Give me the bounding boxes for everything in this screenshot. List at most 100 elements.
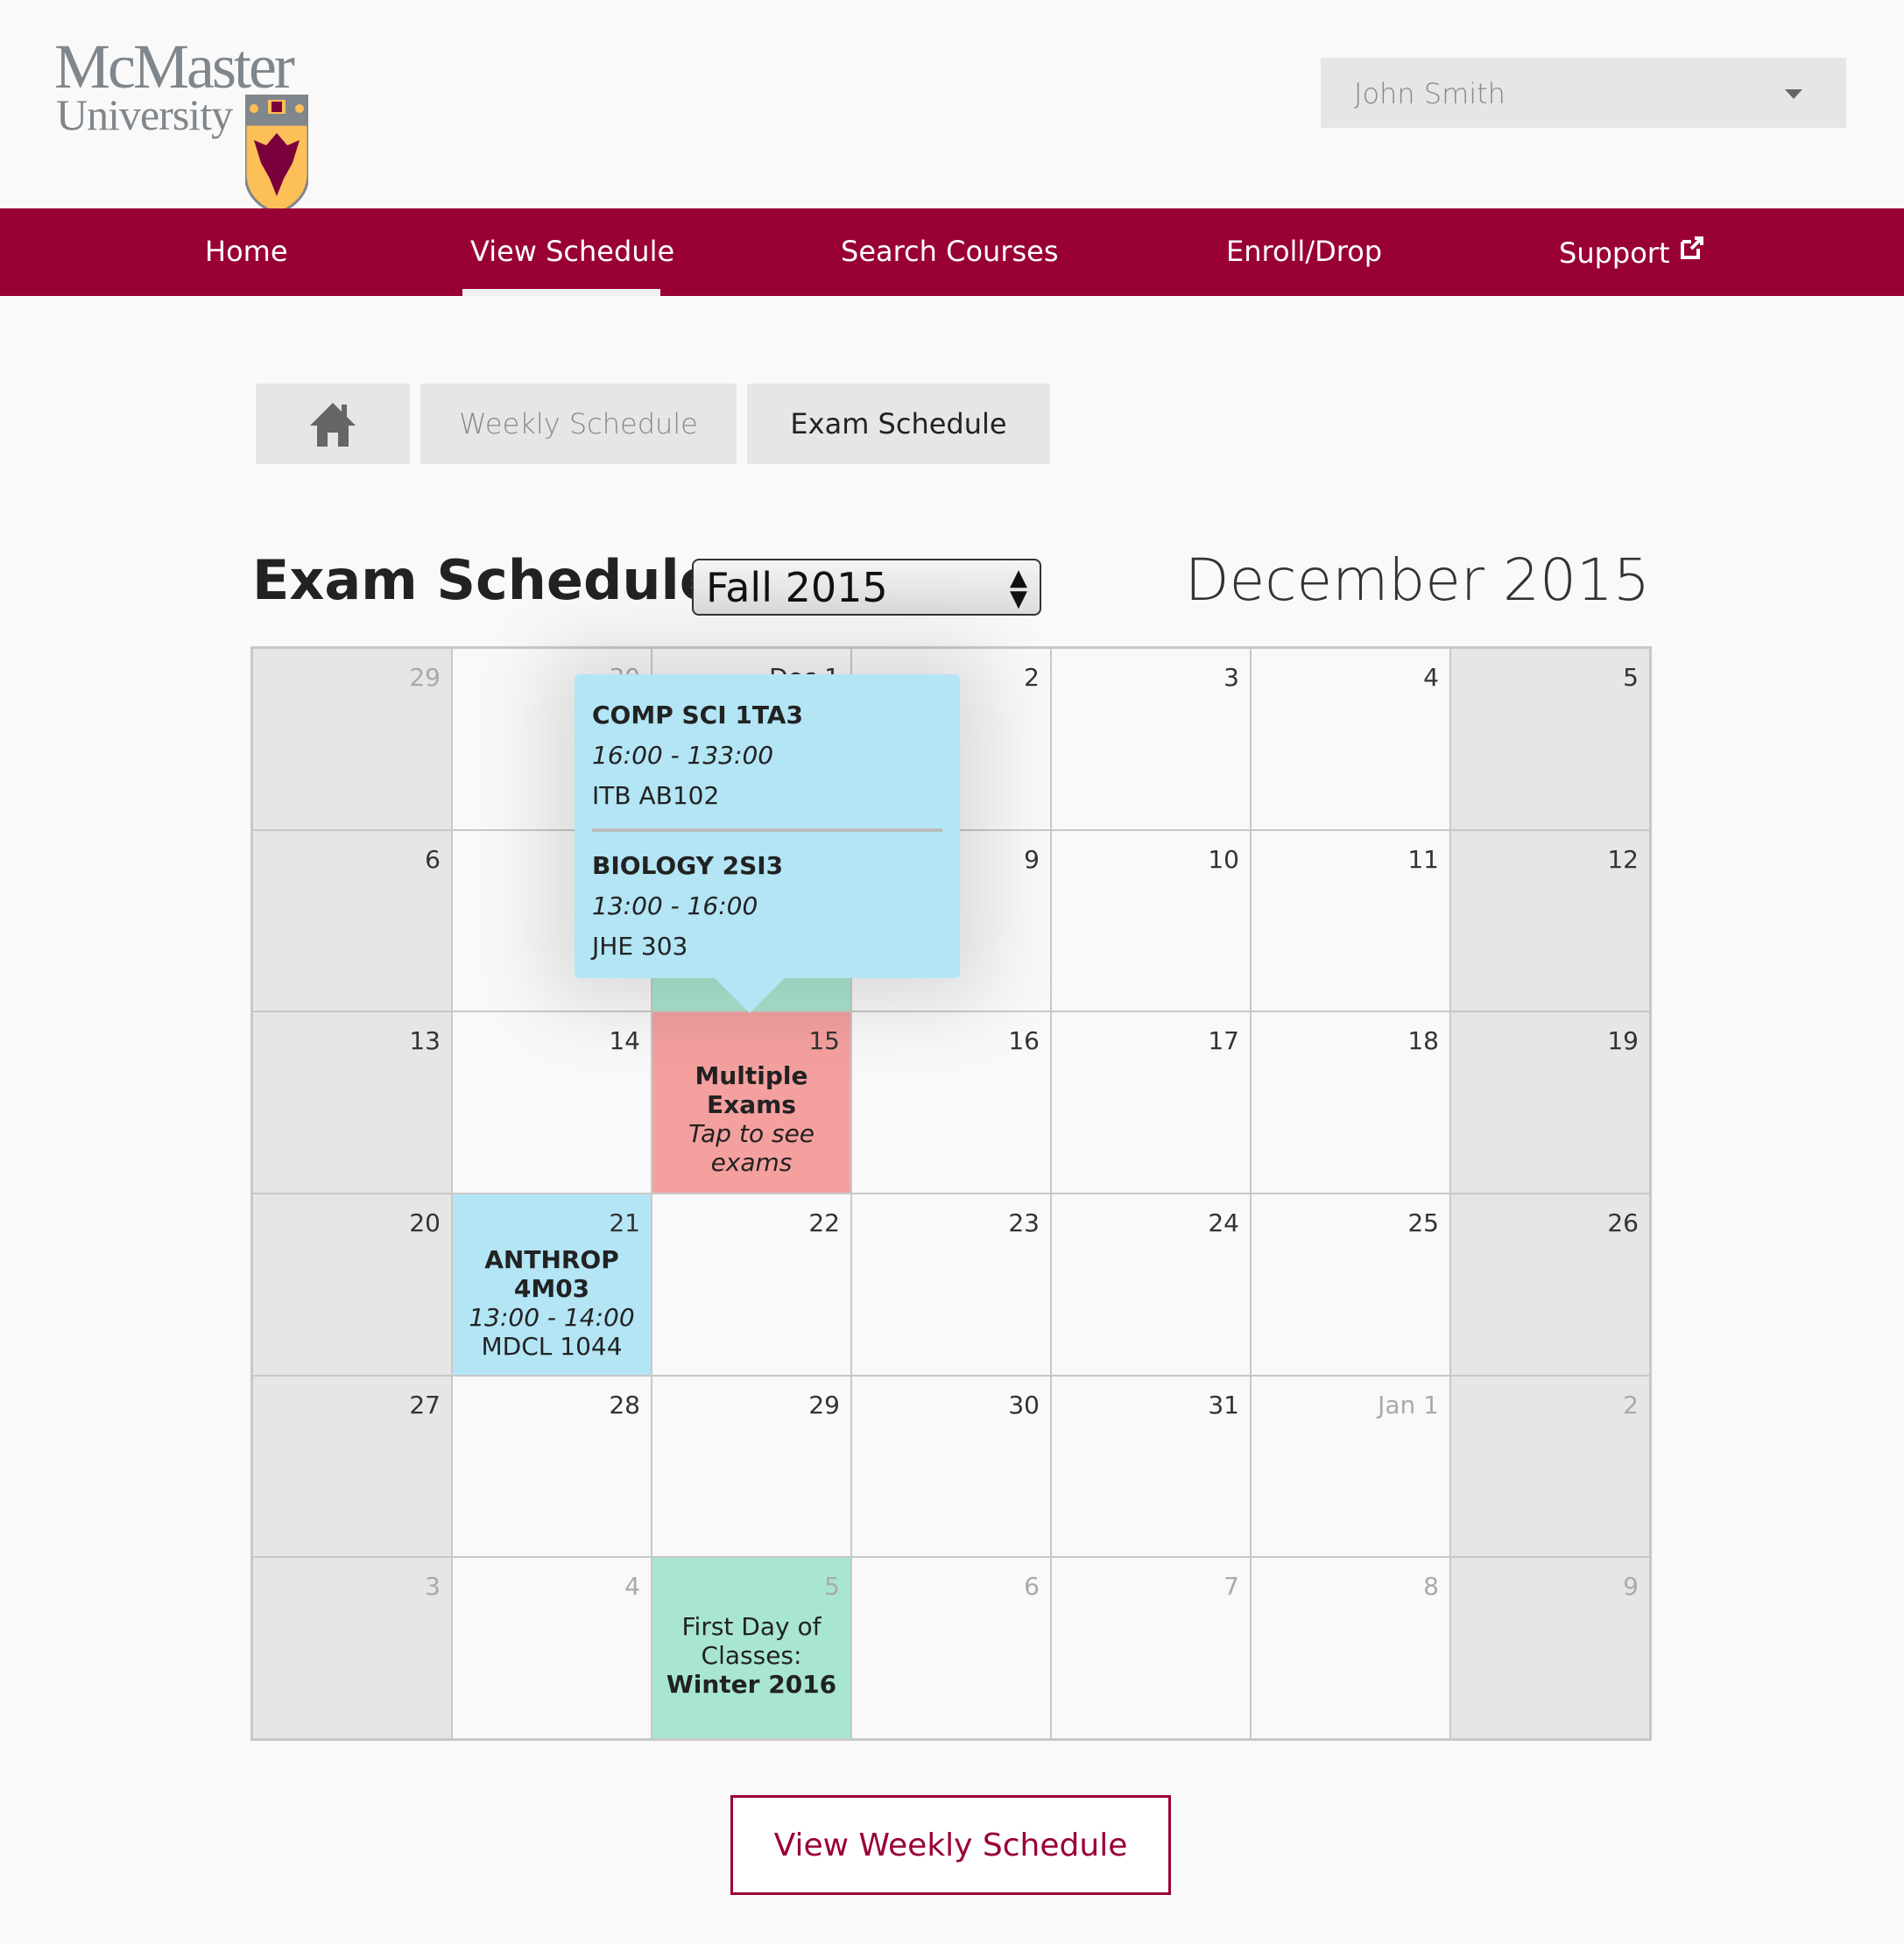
calendar-day: 28 <box>453 1376 651 1557</box>
calendar-day: 11 <box>1252 830 1449 1011</box>
calendar-day: 13 <box>253 1012 451 1193</box>
nav-search-courses[interactable]: Search Courses <box>841 235 1059 268</box>
calendar-day: 24 <box>1052 1194 1250 1375</box>
calendar-day: 22 <box>652 1194 850 1375</box>
calendar-day: Jan 1 <box>1252 1376 1449 1557</box>
active-tab-indicator <box>462 289 660 296</box>
day-number: 24 <box>1208 1208 1239 1237</box>
calendar-day: 29 <box>253 649 451 829</box>
calendar-day: 17 <box>1052 1012 1250 1193</box>
calendar-day[interactable]: 15 Multiple Exams Tap to see exams <box>652 1012 850 1193</box>
exam-popover: COMP SCI 1TA3 16:00 - 133:00 ITB AB102 B… <box>575 674 960 1013</box>
day-number: 26 <box>1607 1208 1639 1237</box>
calendar-day: 27 <box>253 1376 451 1557</box>
term-select-value: Fall 2015 <box>706 564 888 611</box>
day-event: First Day of Classes: Winter 2016 <box>652 1612 850 1699</box>
calendar-day: 25 <box>1252 1194 1449 1375</box>
breadcrumb-exam-schedule[interactable]: Exam Schedule <box>747 384 1050 464</box>
day-number: 9 <box>1623 1572 1639 1602</box>
day-number: 5 <box>1623 663 1639 692</box>
caret-down-icon <box>1785 89 1802 99</box>
calendar-day[interactable]: 5 First Day of Classes: Winter 2016 <box>652 1558 850 1738</box>
day-number: 13 <box>409 1026 441 1056</box>
calendar-day: 29 <box>652 1376 850 1557</box>
event-subtitle: Tap to see exams <box>688 1119 815 1178</box>
calendar-day: 16 <box>852 1012 1050 1193</box>
calendar-day: 31 <box>1052 1376 1250 1557</box>
nav-support[interactable]: Support <box>1559 235 1705 270</box>
calendar-day: 4 <box>1252 649 1449 829</box>
day-number: 9 <box>1024 844 1040 874</box>
calendar-day: 5 <box>1451 649 1649 829</box>
calendar-day[interactable]: 21 ANTHROP 4M03 13:00 - 14:00 MDCL 1044 <box>453 1194 651 1375</box>
term-select[interactable]: Fall 2015 ▲ ▼ <box>692 559 1041 616</box>
calendar-day: 3 <box>253 1558 451 1738</box>
view-weekly-schedule-button[interactable]: View Weekly Schedule <box>730 1795 1171 1895</box>
day-number: 21 <box>609 1208 640 1237</box>
nav-view-schedule[interactable]: View Schedule <box>470 235 674 268</box>
exam-course: BIOLOGY 2SI3 <box>592 851 784 880</box>
day-number: 10 <box>1208 844 1239 874</box>
day-number: 8 <box>1423 1572 1439 1602</box>
exam-room: ITB AB102 <box>592 781 720 810</box>
calendar-day: 8 <box>1252 1558 1449 1738</box>
day-number: 18 <box>1407 1026 1439 1056</box>
event-label: First Day of Classes: <box>681 1612 822 1671</box>
event-title: ANTHROP 4M03 <box>484 1245 619 1303</box>
calendar-day: 3 <box>1052 649 1250 829</box>
popover-exam: COMP SCI 1TA3 16:00 - 133:00 ITB AB102 <box>592 695 942 816</box>
day-number: 3 <box>425 1572 441 1602</box>
day-number: 7 <box>1223 1572 1239 1602</box>
exam-course: COMP SCI 1TA3 <box>592 701 803 729</box>
exam-time: 13:00 - 16:00 <box>592 891 758 920</box>
mcmaster-logo[interactable]: McMaster University <box>54 35 317 214</box>
day-event: ANTHROP 4M03 13:00 - 14:00 MDCL 1044 <box>453 1245 651 1361</box>
day-number: Jan 1 <box>1378 1390 1439 1419</box>
day-number: 31 <box>1208 1390 1239 1419</box>
day-number: 11 <box>1407 844 1439 874</box>
main-nav: Home View Schedule Search Courses Enroll… <box>0 208 1904 296</box>
event-title: Winter 2016 <box>666 1670 837 1700</box>
nav-enroll-drop[interactable]: Enroll/Drop <box>1226 235 1382 268</box>
calendar-day: 6 <box>253 830 451 1011</box>
calendar-day: 7 <box>1052 1558 1250 1738</box>
day-number: 25 <box>1407 1208 1439 1237</box>
calendar-day: 20 <box>253 1194 451 1375</box>
popover-exam: BIOLOGY 2SI3 13:00 - 16:00 JHE 303 <box>592 846 942 967</box>
select-arrows-icon: ▲ ▼ <box>1010 565 1027 612</box>
day-number: 2 <box>1623 1390 1639 1419</box>
nav-support-label: Support <box>1559 236 1670 270</box>
logo-text-university: University <box>56 90 233 139</box>
day-number: 3 <box>1223 663 1239 692</box>
calendar-day: 2 <box>1451 1376 1649 1557</box>
exam-room: JHE 303 <box>592 932 688 961</box>
breadcrumb-home[interactable] <box>256 384 410 464</box>
day-number: 12 <box>1607 844 1639 874</box>
day-number: 2 <box>1024 663 1040 692</box>
nav-home[interactable]: Home <box>205 235 288 268</box>
day-number: 29 <box>808 1390 840 1419</box>
day-event: Multiple Exams Tap to see exams <box>652 1061 850 1177</box>
day-number: 4 <box>1423 663 1439 692</box>
calendar-day: 14 <box>453 1012 651 1193</box>
exam-room: MDCL 1044 <box>481 1332 623 1361</box>
user-name: John Smith <box>1354 77 1506 110</box>
day-number: 16 <box>1008 1026 1040 1056</box>
calendar-day: 30 <box>852 1376 1050 1557</box>
day-number: 23 <box>1008 1208 1040 1237</box>
calendar-day: 6 <box>852 1558 1050 1738</box>
calendar-day: 23 <box>852 1194 1050 1375</box>
day-number: 6 <box>425 844 441 874</box>
day-number: 30 <box>1008 1390 1040 1419</box>
exam-time: 13:00 - 14:00 <box>469 1303 635 1332</box>
day-number: 17 <box>1208 1026 1239 1056</box>
day-number: 22 <box>808 1208 840 1237</box>
calendar-day: 12 <box>1451 830 1649 1011</box>
external-link-icon <box>1680 236 1703 259</box>
user-menu-dropdown[interactable]: John Smith <box>1321 58 1846 128</box>
divider <box>592 828 942 832</box>
calendar-day: 18 <box>1252 1012 1449 1193</box>
breadcrumb-weekly-schedule[interactable]: Weekly Schedule <box>420 384 737 464</box>
calendar-day: 19 <box>1451 1012 1649 1193</box>
day-number: 20 <box>409 1208 441 1237</box>
